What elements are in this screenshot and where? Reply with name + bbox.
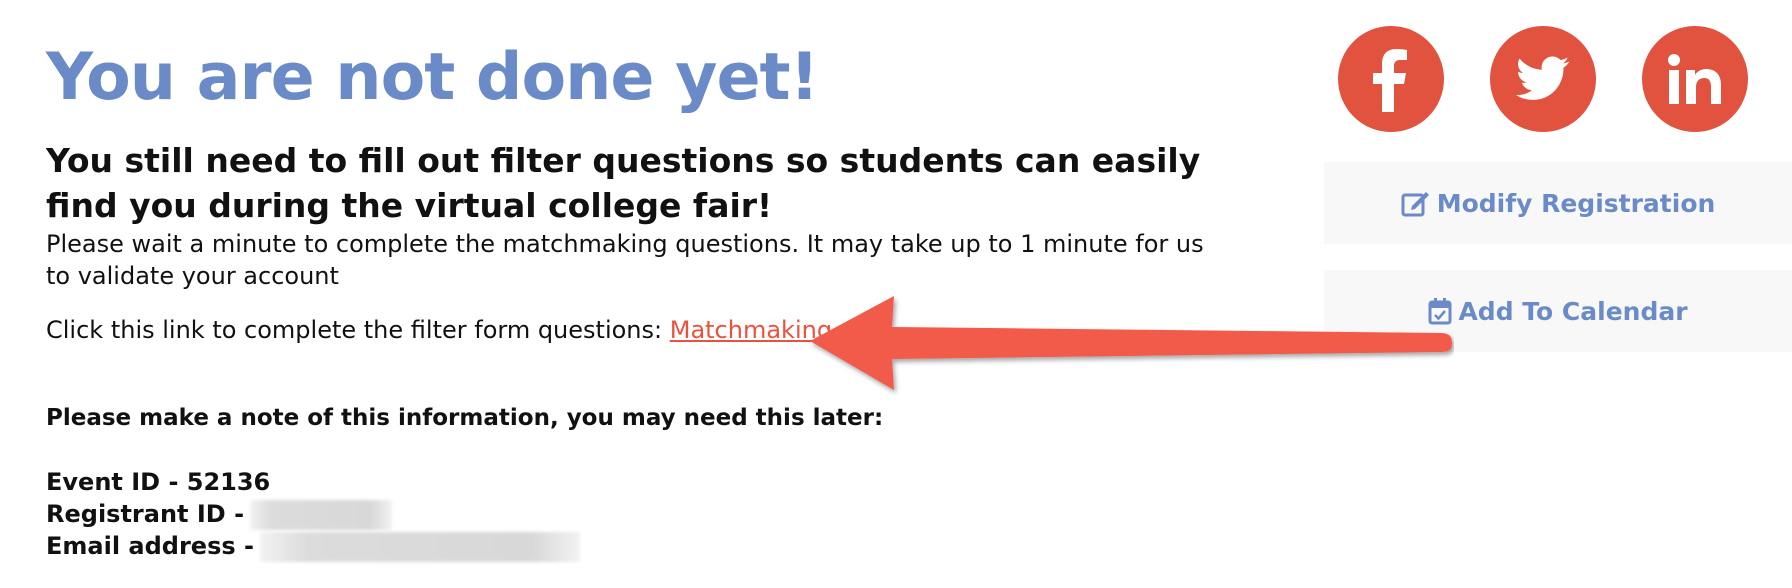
calendar-check-icon [1428,298,1452,325]
page-title: You are not done yet! [46,40,819,115]
add-to-calendar-button[interactable]: Add To Calendar [1324,270,1792,352]
facebook-button[interactable] [1338,26,1444,132]
matchmaking-link[interactable]: Matchmaking [670,316,832,344]
matchmaking-instruction-text: Click this link to complete the filter f… [46,316,670,344]
page-subtitle: You still need to fill out filter questi… [46,141,1201,225]
registrant-id-redacted [250,500,393,530]
event-id: Event ID - 52136 [46,466,1246,498]
modify-registration-button[interactable]: Modify Registration [1324,162,1792,244]
twitter-icon [1516,56,1570,100]
edit-icon [1401,192,1429,217]
note-heading: Please make a note of this information, … [46,405,884,431]
linkedin-icon [1668,54,1721,104]
modify-registration-label-group: Modify Registration [1401,188,1716,218]
email-address: Email address - [46,530,1246,562]
modify-registration-label: Modify Registration [1436,188,1716,218]
add-to-calendar-label-group: Add To Calendar [1428,296,1688,326]
main-content: You are not done yet! You still need to … [46,28,1246,562]
social-share-buttons [1338,26,1748,132]
twitter-button[interactable] [1490,26,1596,132]
email-address-label: Email address - [46,532,254,560]
email-address-redacted [259,532,580,562]
wait-message: Please wait a minute to complete the mat… [46,230,1204,290]
facebook-icon [1373,49,1407,112]
matchmaking-instruction: Click this link to complete the filter f… [46,314,1246,346]
registrant-id-label: Registrant ID - [46,500,245,528]
registration-info: Event ID - 52136 Registrant ID - Email a… [46,466,1246,562]
registrant-id: Registrant ID - [46,498,1246,530]
event-id-text: Event ID - 52136 [46,468,271,496]
add-to-calendar-label: Add To Calendar [1458,296,1688,326]
linkedin-button[interactable] [1642,26,1748,132]
